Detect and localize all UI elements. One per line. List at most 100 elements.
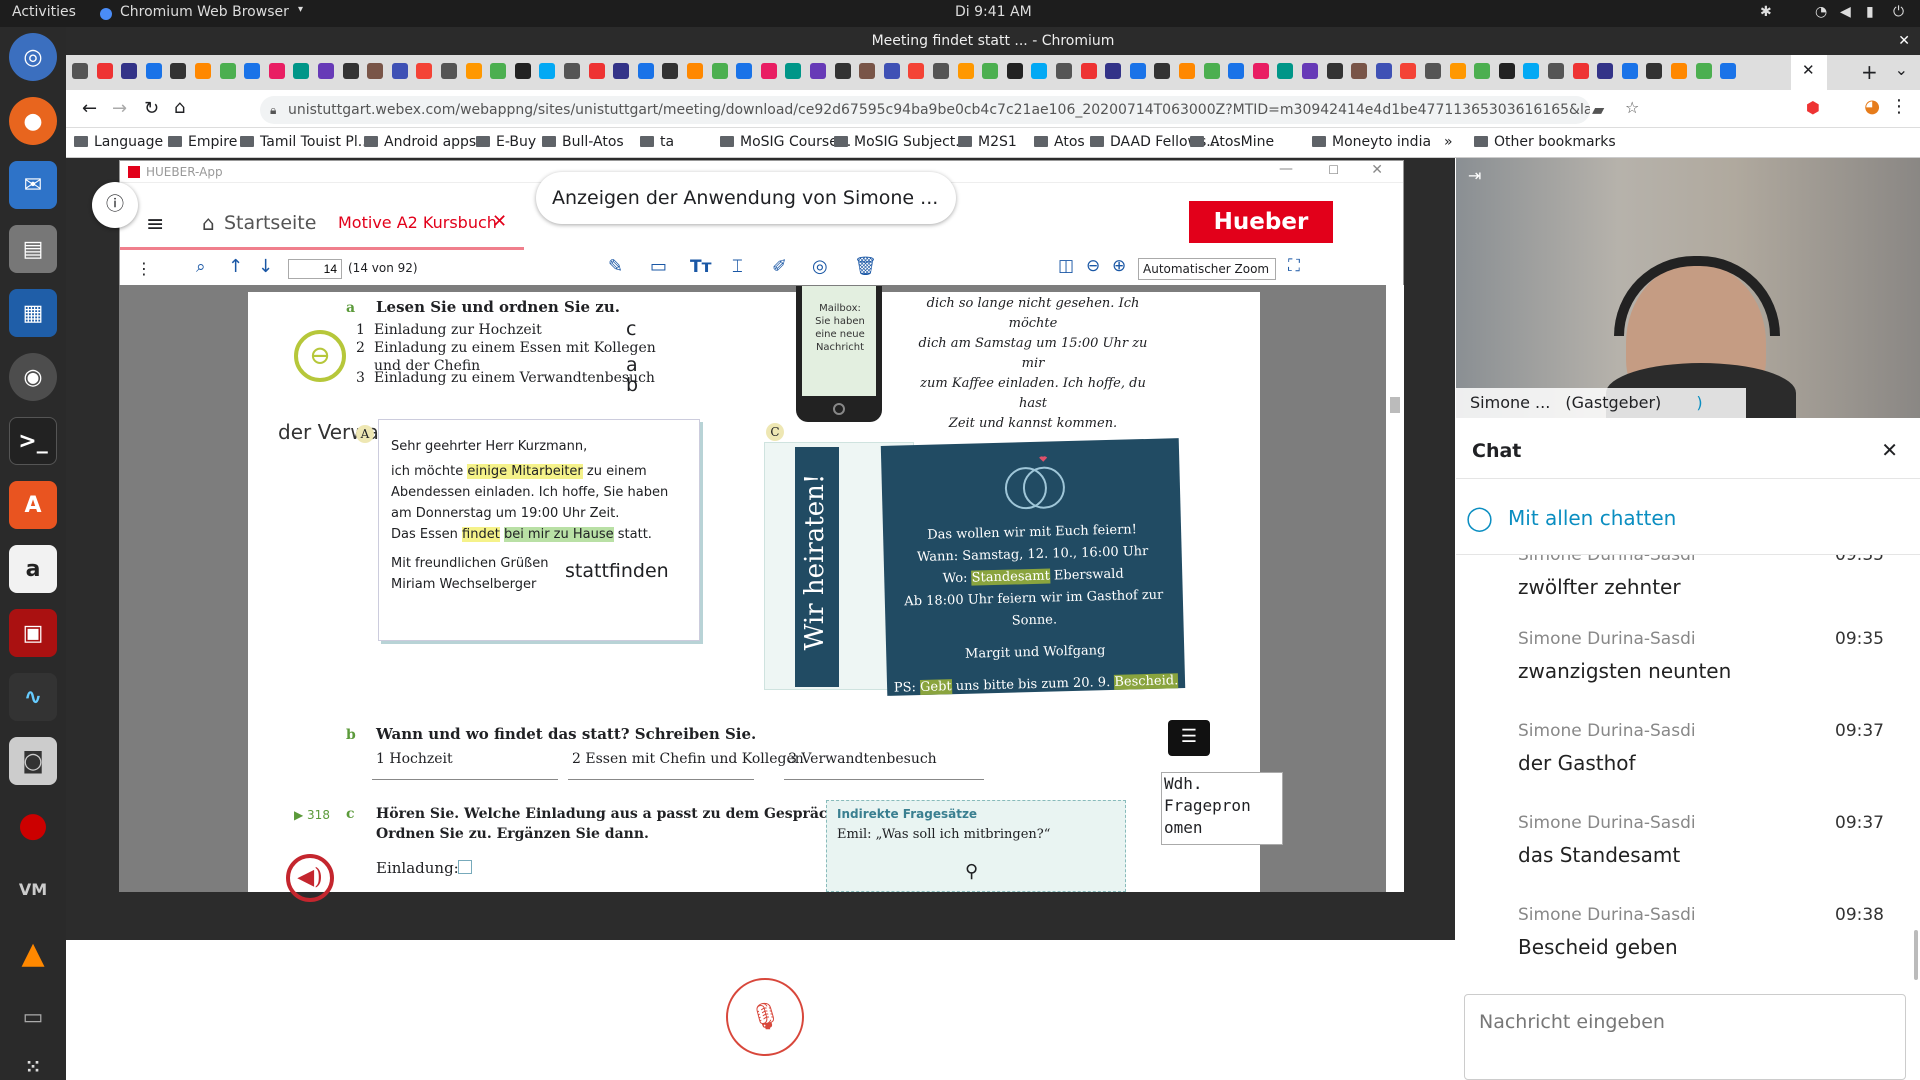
- tab-favicon-icon[interactable]: [219, 63, 236, 79]
- mute-button[interactable]: 🎙︎: [726, 978, 804, 1056]
- bookmark-item[interactable]: AtosMine: [1190, 134, 1274, 150]
- tab-favicon-icon[interactable]: [1302, 63, 1318, 79]
- tab-favicon-icon[interactable]: [268, 63, 285, 79]
- tab-favicon-icon[interactable]: [810, 63, 826, 79]
- tab-favicon-icon[interactable]: [1252, 63, 1269, 79]
- tab-favicon-icon[interactable]: [465, 63, 482, 79]
- window-close-icon[interactable]: ✕: [1898, 27, 1910, 55]
- tab-favicon-icon[interactable]: [293, 63, 310, 79]
- back-icon[interactable]: ←: [82, 98, 97, 119]
- tab-favicon-icon[interactable]: [1179, 63, 1195, 79]
- translate-icon[interactable]: ▰: [1592, 100, 1604, 119]
- tab-favicon-icon[interactable]: [244, 63, 261, 79]
- firefox-launcher-icon[interactable]: ●: [9, 97, 57, 145]
- vlc-launcher-icon[interactable]: ▲: [9, 929, 57, 977]
- bookmark-item[interactable]: Tamil Touist Pl...: [240, 134, 371, 150]
- tab-favicon-icon[interactable]: [1129, 63, 1146, 79]
- bookmarks-overflow-icon[interactable]: »: [1444, 134, 1453, 150]
- vmware-launcher-icon[interactable]: VM: [9, 865, 57, 913]
- next-page-icon[interactable]: ↓: [258, 256, 273, 277]
- tab-favicon-icon[interactable]: [908, 63, 925, 79]
- highlight-icon[interactable]: ✎: [608, 256, 623, 277]
- software-launcher-icon[interactable]: A: [9, 481, 57, 529]
- tab-favicon-icon[interactable]: [982, 63, 999, 79]
- tab-favicon-icon[interactable]: [72, 63, 88, 79]
- note-textbox[interactable]: Wdh. Fragepron omen: [1161, 772, 1283, 845]
- volume-icon[interactable]: ◀: [1840, 4, 1851, 20]
- audio-speaker-icon[interactable]: ◀): [286, 854, 334, 902]
- bookmark-item[interactable]: Android apps: [364, 134, 476, 150]
- tab-favicon-icon[interactable]: [342, 63, 359, 79]
- terminal-launcher-icon[interactable]: >_: [9, 417, 57, 465]
- thunderbird-launcher-icon[interactable]: ✉: [9, 161, 57, 209]
- more-icon[interactable]: ⋮: [136, 259, 152, 278]
- show-apps-icon[interactable]: ⁙: [9, 1043, 57, 1080]
- tab-favicon-icon[interactable]: [933, 63, 949, 79]
- zoom-in-icon[interactable]: ⊕: [1112, 256, 1126, 276]
- text-box-icon[interactable]: ⌶: [732, 256, 743, 277]
- tab-favicon-icon[interactable]: [1498, 63, 1515, 79]
- comment-icon[interactable]: ▭: [650, 256, 667, 277]
- chat-message-input[interactable]: Nachricht eingeben: [1464, 994, 1906, 1080]
- tab-favicon-icon[interactable]: [514, 63, 531, 79]
- tab-favicon-icon[interactable]: [1597, 63, 1614, 79]
- einladung-checkbox[interactable]: [458, 860, 472, 874]
- tab-favicon-icon[interactable]: [1400, 63, 1417, 79]
- chromium-launcher-icon[interactable]: ◎: [9, 33, 57, 81]
- rhythmbox-launcher-icon[interactable]: ◉: [9, 353, 57, 401]
- text-icon[interactable]: Tт: [690, 257, 711, 277]
- bookmark-item[interactable]: MoSIG Course...: [720, 134, 851, 150]
- menu-icon[interactable]: ⋮: [1890, 96, 1908, 117]
- bookmark-item[interactable]: E-Buy: [476, 134, 536, 150]
- tab-favicon-icon[interactable]: [391, 63, 408, 79]
- tab-favicon-icon[interactable]: [1449, 63, 1466, 79]
- wifi-icon[interactable]: ◔: [1815, 4, 1827, 20]
- tab-favicon-icon[interactable]: [637, 63, 654, 79]
- other-bookmarks[interactable]: Other bookmarks: [1474, 134, 1616, 150]
- bookmark-item[interactable]: Language: [74, 134, 163, 150]
- tab-favicon-icon[interactable]: [1326, 63, 1343, 79]
- tab-favicon-icon[interactable]: [416, 63, 433, 79]
- tab-favicon-icon[interactable]: [96, 63, 113, 79]
- tab-favicon-icon[interactable]: [711, 63, 728, 79]
- tab-favicon-icon[interactable]: [367, 63, 384, 79]
- profile-icon[interactable]: ◕: [1864, 96, 1880, 117]
- bookmark-item[interactable]: Atos: [1034, 134, 1085, 150]
- tab-favicon-icon[interactable]: [588, 63, 605, 79]
- new-tab-icon[interactable]: +: [1861, 60, 1878, 84]
- tab-favicon-icon[interactable]: [613, 63, 630, 79]
- tab-favicon-icon[interactable]: [1646, 63, 1663, 79]
- tab-favicon-icon[interactable]: [1203, 63, 1220, 79]
- search-icon[interactable]: ⌕: [196, 257, 206, 277]
- bluetooth-icon[interactable]: ✱: [1760, 4, 1772, 20]
- bookmark-star-icon[interactable]: ☆: [1625, 98, 1639, 117]
- tab-favicon-icon[interactable]: [1006, 63, 1023, 79]
- cherry-launcher-icon[interactable]: ●: [9, 801, 57, 849]
- tab-favicon-icon[interactable]: [1671, 63, 1687, 79]
- app-menu[interactable]: Chromium Web Browser: [120, 4, 289, 20]
- tab-favicon-icon[interactable]: [121, 63, 138, 79]
- tab-motive-a2[interactable]: Motive A2 Kursbuch: [338, 213, 497, 232]
- tab-favicon-icon[interactable]: [1154, 63, 1171, 79]
- maximize-icon[interactable]: ☐: [1328, 163, 1339, 177]
- tab-favicon-icon[interactable]: [883, 63, 900, 79]
- clock[interactable]: Di 9:41 AM: [955, 4, 1032, 20]
- bookmark-item[interactable]: Bull-Atos: [542, 134, 624, 150]
- bookmark-item[interactable]: Empire: [168, 134, 237, 150]
- tab-favicon-icon[interactable]: [687, 63, 703, 79]
- pen-icon[interactable]: ✐: [772, 256, 787, 277]
- zoom-select[interactable]: Automatischer Zoom: [1138, 258, 1276, 280]
- usb-drive-launcher-icon[interactable]: ▭: [9, 993, 57, 1041]
- tab-favicon-icon[interactable]: [1621, 63, 1638, 79]
- chat-scope-selector[interactable]: Mit allen chatten: [1508, 506, 1676, 530]
- tab-favicon-icon[interactable]: [1105, 63, 1122, 79]
- bookmark-item[interactable]: Moneyto india: [1312, 134, 1431, 150]
- forward-icon[interactable]: →: [112, 98, 127, 119]
- bookmark-item[interactable]: M2S1: [958, 134, 1017, 150]
- tab-favicon-icon[interactable]: [1080, 63, 1097, 79]
- fullscreen-icon[interactable]: ⛶: [1288, 256, 1300, 276]
- tab-favicon-icon[interactable]: [441, 63, 457, 79]
- close-chat-icon[interactable]: ✕: [1881, 438, 1898, 462]
- tab-favicon-icon[interactable]: [760, 63, 777, 79]
- remote-desktop-launcher-icon[interactable]: ▣: [9, 609, 57, 657]
